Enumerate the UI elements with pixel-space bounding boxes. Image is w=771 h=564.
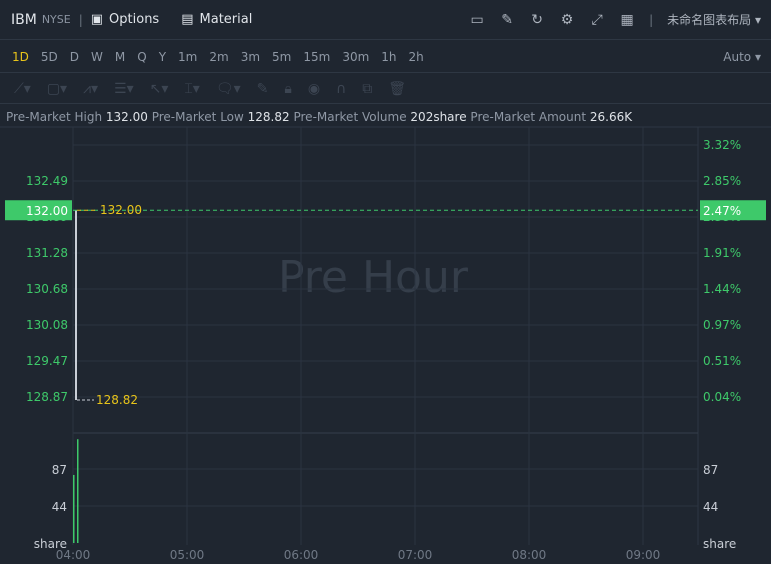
x-tick-label: 05:00: [170, 548, 205, 562]
volume-tick-label: 87: [52, 463, 67, 477]
pct-tick-label: 0.04%: [703, 390, 741, 404]
pct-tick-label: 3.32%: [703, 138, 741, 152]
price-tick-label: 130.68: [26, 282, 68, 296]
price-chart[interactable]: 04:00 05:00 06:00 07:00 08:00 09:00132.49131.…: [0, 0, 771, 564]
pct-tick-label: 0.51%: [703, 354, 741, 368]
volume-bar: [73, 474, 75, 543]
current-price-label: 132.00: [26, 204, 68, 218]
pct-tick-label: 0.97%: [703, 318, 741, 332]
volume-tick-label: 44: [52, 500, 67, 514]
price-tick-label: 132.49: [26, 174, 68, 188]
low-marker-label: 128.82: [96, 393, 138, 407]
high-marker-label: 132.00: [100, 203, 142, 217]
volume-bar: [77, 439, 79, 543]
volume-tick-label-right: 44: [703, 500, 718, 514]
x-tick-label: 09:00: [626, 548, 661, 562]
pct-tick-label: 2.85%: [703, 174, 741, 188]
price-tick-label: 130.08: [26, 318, 68, 332]
x-tick-label: 06:00: [284, 548, 319, 562]
price-tick-label: 128.87: [26, 390, 68, 404]
x-tick-label: 08:00: [512, 548, 547, 562]
price-tick-label: 131.28: [26, 246, 68, 260]
volume-tick-label-right: 87: [703, 463, 718, 477]
current-pct-label: 2.47%: [703, 204, 741, 218]
x-tick-label: 07:00: [398, 548, 433, 562]
pct-tick-label: 1.91%: [703, 246, 741, 260]
price-tick-label: 129.47: [26, 354, 68, 368]
volume-unit-label: share: [34, 537, 67, 551]
pct-tick-label: 1.44%: [703, 282, 741, 296]
volume-unit-label-right: share: [703, 537, 736, 551]
